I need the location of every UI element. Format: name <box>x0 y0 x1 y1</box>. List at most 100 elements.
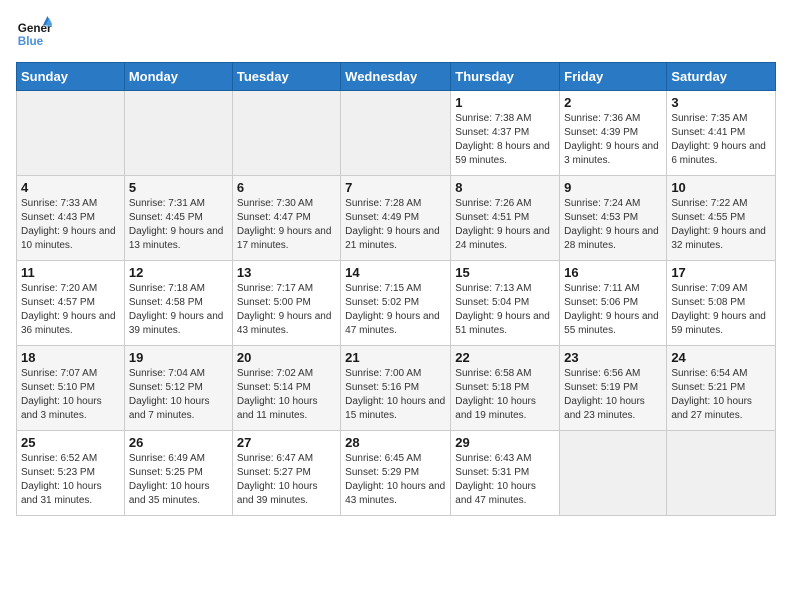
day-info: Sunrise: 7:36 AM Sunset: 4:39 PM Dayligh… <box>564 112 662 168</box>
day-number: 13 <box>237 265 336 280</box>
day-number: 8 <box>455 180 555 195</box>
day-number: 5 <box>129 180 228 195</box>
calendar-header-row: SundayMondayTuesdayWednesdayThursdayFrid… <box>17 63 776 91</box>
day-number: 17 <box>671 265 771 280</box>
day-info: Sunrise: 7:28 AM Sunset: 4:49 PM Dayligh… <box>345 197 446 253</box>
calendar-cell <box>341 91 451 176</box>
day-info: Sunrise: 6:47 AM Sunset: 5:27 PM Dayligh… <box>237 452 336 508</box>
day-info: Sunrise: 7:30 AM Sunset: 4:47 PM Dayligh… <box>237 197 336 253</box>
day-of-week-header: Monday <box>124 63 232 91</box>
day-of-week-header: Thursday <box>451 63 560 91</box>
day-info: Sunrise: 7:38 AM Sunset: 4:37 PM Dayligh… <box>455 112 555 168</box>
day-number: 29 <box>455 435 555 450</box>
day-number: 28 <box>345 435 446 450</box>
day-info: Sunrise: 7:17 AM Sunset: 5:00 PM Dayligh… <box>237 282 336 338</box>
day-info: Sunrise: 6:49 AM Sunset: 5:25 PM Dayligh… <box>129 452 228 508</box>
calendar-cell: 4 Sunrise: 7:33 AM Sunset: 4:43 PM Daylig… <box>17 176 125 261</box>
day-info: Sunrise: 6:43 AM Sunset: 5:31 PM Dayligh… <box>455 452 555 508</box>
calendar-cell: 26Sunrise: 6:49 AM Sunset: 5:25 PM Dayli… <box>124 431 232 516</box>
calendar-cell: 2 Sunrise: 7:36 AM Sunset: 4:39 PM Daylig… <box>560 91 667 176</box>
calendar-cell: 7 Sunrise: 7:28 AM Sunset: 4:49 PM Daylig… <box>341 176 451 261</box>
day-number: 22 <box>455 350 555 365</box>
calendar-cell: 1 Sunrise: 7:38 AM Sunset: 4:37 PM Daylig… <box>451 91 560 176</box>
calendar-cell: 16Sunrise: 7:11 AM Sunset: 5:06 PM Dayli… <box>560 261 667 346</box>
calendar-cell: 18 Sunrise: 7:07 AM Sunset: 5:10 PM Dayli… <box>17 346 125 431</box>
day-info: Sunrise: 6:58 AM Sunset: 5:18 PM Dayligh… <box>455 367 555 423</box>
calendar-cell: 25 Sunrise: 6:52 AM Sunset: 5:23 PM Dayli… <box>17 431 125 516</box>
day-info: Sunrise: 6:54 AM Sunset: 5:21 PM Dayligh… <box>671 367 771 423</box>
day-info: Sunrise: 7:22 AM Sunset: 4:55 PM Dayligh… <box>671 197 771 253</box>
day-info: Sunrise: 7:04 AM Sunset: 5:12 PM Dayligh… <box>129 367 228 423</box>
day-number: 6 <box>237 180 336 195</box>
day-info: Sunrise: 7:31 AM Sunset: 4:45 PM Dayligh… <box>129 197 228 253</box>
day-number: 18 <box>21 350 120 365</box>
day-number: 23 <box>564 350 662 365</box>
calendar-cell <box>124 91 232 176</box>
calendar-cell <box>667 431 776 516</box>
day-of-week-header: Sunday <box>17 63 125 91</box>
day-number: 21 <box>345 350 446 365</box>
calendar-week-row: 11 Sunrise: 7:20 AM Sunset: 4:57 PM Dayli… <box>17 261 776 346</box>
calendar-week-row: 1 Sunrise: 7:38 AM Sunset: 4:37 PM Daylig… <box>17 91 776 176</box>
day-info: Sunrise: 7:02 AM Sunset: 5:14 PM Dayligh… <box>237 367 336 423</box>
calendar-cell: 15 Sunrise: 7:13 AM Sunset: 5:04 PM Dayli… <box>451 261 560 346</box>
day-number: 3 <box>671 95 771 110</box>
day-number: 11 <box>21 265 120 280</box>
day-info: Sunrise: 7:09 AM Sunset: 5:08 PM Dayligh… <box>671 282 771 338</box>
day-of-week-header: Wednesday <box>341 63 451 91</box>
calendar-cell: 22 Sunrise: 6:58 AM Sunset: 5:18 PM Dayli… <box>451 346 560 431</box>
day-number: 24 <box>671 350 771 365</box>
calendar-cell: 3 Sunrise: 7:35 AM Sunset: 4:41 PM Daylig… <box>667 91 776 176</box>
day-number: 16 <box>564 265 662 280</box>
day-info: Sunrise: 7:20 AM Sunset: 4:57 PM Dayligh… <box>21 282 120 338</box>
page-header: General Blue <box>16 16 776 52</box>
calendar-cell: 11 Sunrise: 7:20 AM Sunset: 4:57 PM Dayli… <box>17 261 125 346</box>
calendar-cell: 21 Sunrise: 7:00 AM Sunset: 5:16 PM Dayli… <box>341 346 451 431</box>
day-number: 10 <box>671 180 771 195</box>
calendar-cell: 23 Sunrise: 6:56 AM Sunset: 5:19 PM Dayli… <box>560 346 667 431</box>
day-number: 20 <box>237 350 336 365</box>
calendar-cell: 10 Sunrise: 7:22 AM Sunset: 4:55 PM Dayli… <box>667 176 776 261</box>
day-info: Sunrise: 7:07 AM Sunset: 5:10 PM Dayligh… <box>21 367 120 423</box>
calendar-table: SundayMondayTuesdayWednesdayThursdayFrid… <box>16 62 776 516</box>
calendar-cell: 28 Sunrise: 6:45 AM Sunset: 5:29 PM Dayli… <box>341 431 451 516</box>
calendar-cell: 8Sunrise: 7:26 AM Sunset: 4:51 PM Daylig… <box>451 176 560 261</box>
day-number: 2 <box>564 95 662 110</box>
day-info: Sunrise: 7:33 AM Sunset: 4:43 PM Dayligh… <box>21 197 120 253</box>
day-info: Sunrise: 7:13 AM Sunset: 5:04 PM Dayligh… <box>455 282 555 338</box>
day-number: 4 <box>21 180 120 195</box>
calendar-week-row: 25 Sunrise: 6:52 AM Sunset: 5:23 PM Dayli… <box>17 431 776 516</box>
day-of-week-header: Friday <box>560 63 667 91</box>
day-number: 7 <box>345 180 446 195</box>
calendar-cell: 14Sunrise: 7:15 AM Sunset: 5:02 PM Dayli… <box>341 261 451 346</box>
day-info: Sunrise: 6:45 AM Sunset: 5:29 PM Dayligh… <box>345 452 446 508</box>
day-info: Sunrise: 7:18 AM Sunset: 4:58 PM Dayligh… <box>129 282 228 338</box>
calendar-cell: 13 Sunrise: 7:17 AM Sunset: 5:00 PM Dayli… <box>232 261 340 346</box>
day-number: 15 <box>455 265 555 280</box>
calendar-cell <box>560 431 667 516</box>
svg-text:Blue: Blue <box>18 35 44 48</box>
day-number: 12 <box>129 265 228 280</box>
calendar-cell: 29 Sunrise: 6:43 AM Sunset: 5:31 PM Dayli… <box>451 431 560 516</box>
calendar-cell: 27 Sunrise: 6:47 AM Sunset: 5:27 PM Dayli… <box>232 431 340 516</box>
day-of-week-header: Saturday <box>667 63 776 91</box>
day-info: Sunrise: 6:52 AM Sunset: 5:23 PM Dayligh… <box>21 452 120 508</box>
day-number: 27 <box>237 435 336 450</box>
calendar-cell: 12 Sunrise: 7:18 AM Sunset: 4:58 PM Dayli… <box>124 261 232 346</box>
calendar-cell <box>232 91 340 176</box>
calendar-cell: 5 Sunrise: 7:31 AM Sunset: 4:45 PM Daylig… <box>124 176 232 261</box>
calendar-cell <box>17 91 125 176</box>
calendar-cell: 6 Sunrise: 7:30 AM Sunset: 4:47 PM Daylig… <box>232 176 340 261</box>
calendar-cell: 20 Sunrise: 7:02 AM Sunset: 5:14 PM Dayli… <box>232 346 340 431</box>
day-info: Sunrise: 7:00 AM Sunset: 5:16 PM Dayligh… <box>345 367 446 423</box>
day-number: 1 <box>455 95 555 110</box>
calendar-week-row: 18 Sunrise: 7:07 AM Sunset: 5:10 PM Dayli… <box>17 346 776 431</box>
calendar-cell: 17 Sunrise: 7:09 AM Sunset: 5:08 PM Dayli… <box>667 261 776 346</box>
calendar-week-row: 4 Sunrise: 7:33 AM Sunset: 4:43 PM Daylig… <box>17 176 776 261</box>
day-number: 14 <box>345 265 446 280</box>
day-info: Sunrise: 6:56 AM Sunset: 5:19 PM Dayligh… <box>564 367 662 423</box>
day-info: Sunrise: 7:35 AM Sunset: 4:41 PM Dayligh… <box>671 112 771 168</box>
day-number: 25 <box>21 435 120 450</box>
day-number: 9 <box>564 180 662 195</box>
day-of-week-header: Tuesday <box>232 63 340 91</box>
